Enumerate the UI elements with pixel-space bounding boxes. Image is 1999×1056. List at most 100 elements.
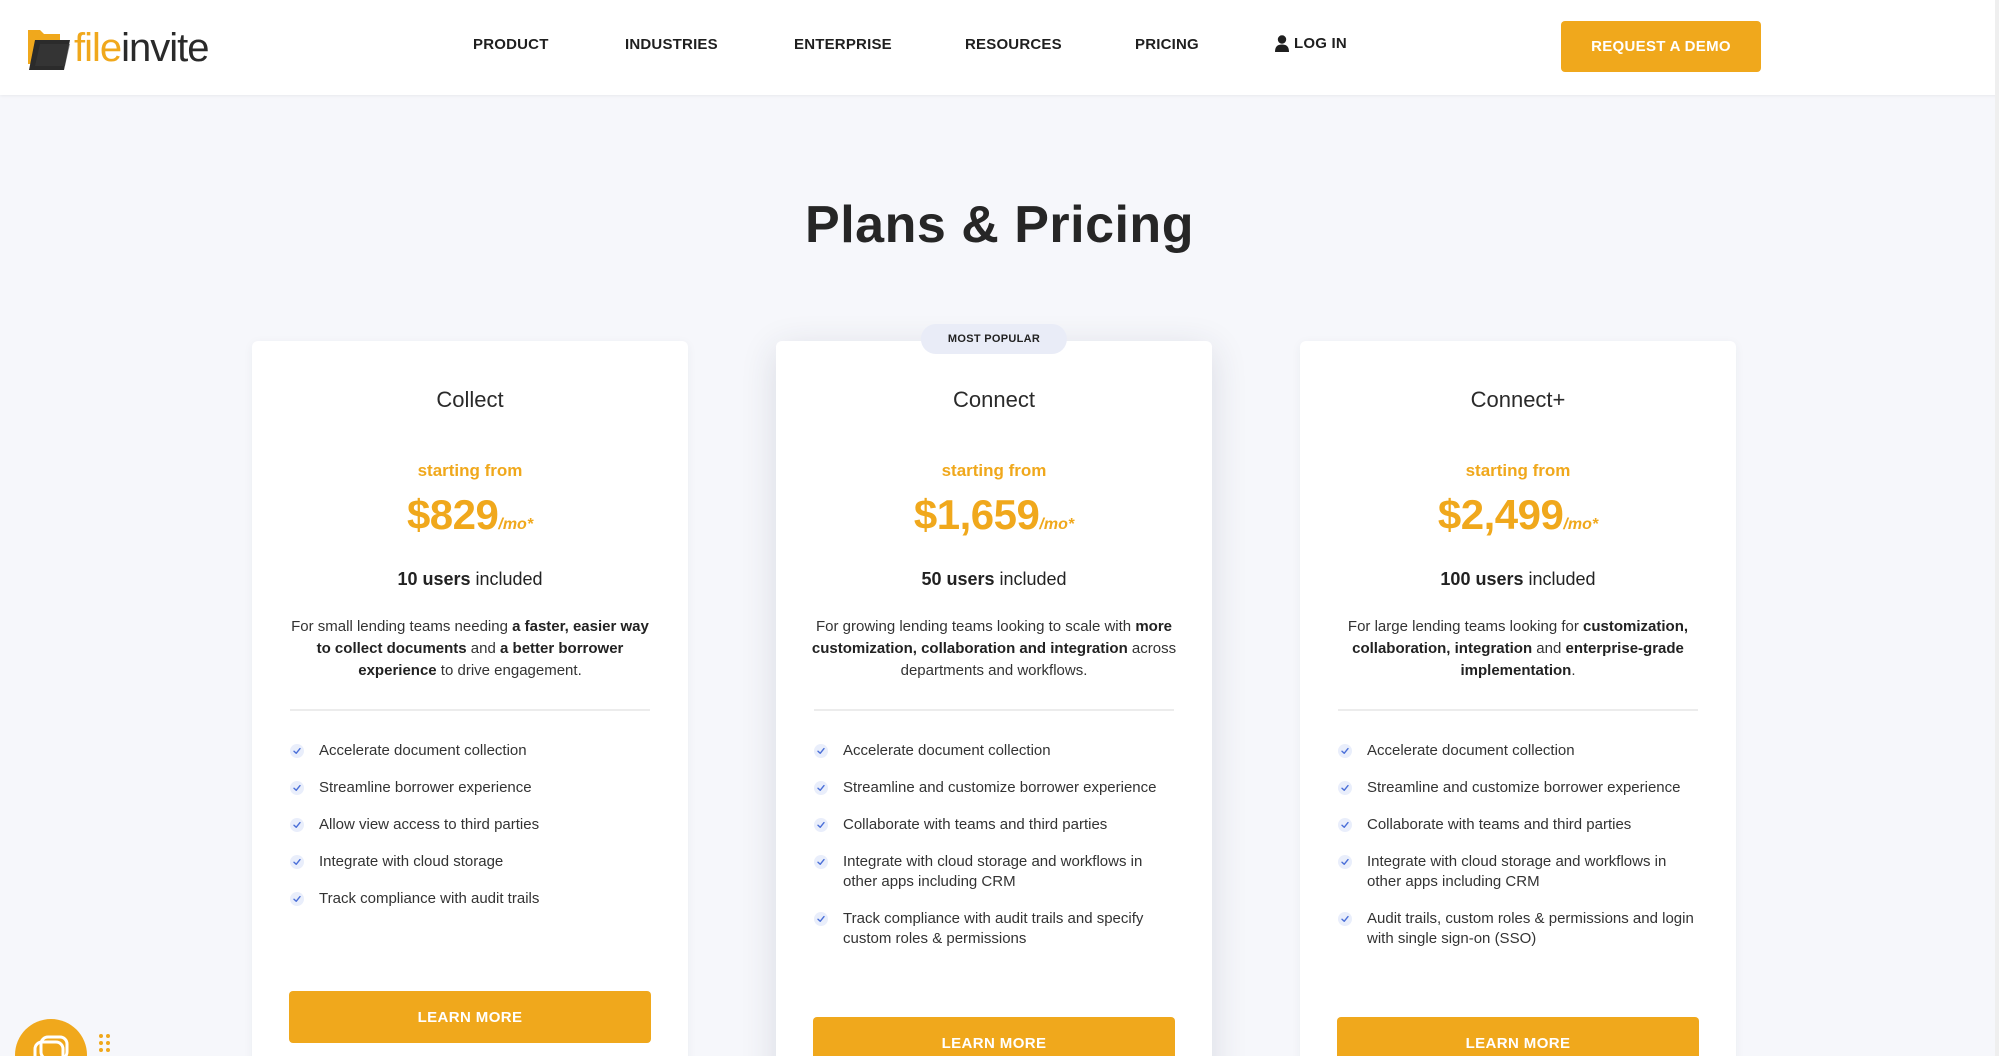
check-icon (1338, 781, 1352, 795)
description-text: and (1532, 640, 1566, 657)
feature-label: Track compliance with audit trails (319, 890, 540, 907)
price-period: /mo* (498, 516, 534, 533)
check-icon (814, 781, 828, 795)
feature-item: Integrate with cloud storage and workflo… (814, 852, 1174, 892)
feature-item: Accelerate document collection (814, 741, 1174, 761)
plan-name: Connect+ (1470, 387, 1566, 412)
site-header: fileinvite PRODUCT INDUSTRIES ENTERPRISE… (0, 0, 1999, 95)
check-icon (814, 855, 828, 869)
users-count: 50 users (921, 569, 995, 589)
feature-label: Integrate with cloud storage and workflo… (1367, 853, 1667, 890)
divider (814, 709, 1174, 711)
plan-card-connect: MOST POPULAR Connect starting from $1,65… (776, 324, 1212, 1056)
check-icon (1338, 818, 1352, 832)
scrollbar[interactable] (1995, 0, 1999, 1056)
feature-label: Streamline and customize borrower experi… (843, 779, 1157, 796)
feature-item: Streamline and customize borrower experi… (814, 778, 1174, 798)
nav-product[interactable]: PRODUCT (473, 36, 549, 53)
page-title: Plans & Pricing (805, 196, 1194, 254)
feature-label: Accelerate document collection (319, 742, 527, 759)
feature-list: Accelerate document collection Streamline… (1338, 741, 1698, 966)
starting-from-label: starting from (1465, 461, 1571, 480)
users-count: 100 users (1440, 569, 1524, 589)
check-icon (290, 744, 304, 758)
price: $1,659/mo* (776, 491, 1212, 539)
divider (1338, 709, 1698, 711)
plan-card-collect: Collect starting from $829/mo* 10 users … (252, 341, 688, 1056)
feature-item: Track compliance with audit trails and s… (814, 909, 1174, 949)
check-icon (1338, 744, 1352, 758)
nav-pricing[interactable]: PRICING (1135, 36, 1199, 53)
feature-item: Accelerate document collection (290, 741, 650, 761)
plan-card-connect-plus: Connect+ starting from $2,499/mo* 100 us… (1300, 341, 1736, 1056)
feature-label: Integrate with cloud storage (319, 853, 504, 870)
feature-label: Integrate with cloud storage and workflo… (843, 853, 1143, 890)
price-period: /mo* (1039, 516, 1075, 533)
check-icon (814, 744, 828, 758)
feature-item: Streamline and customize borrower experi… (1338, 778, 1698, 798)
plan-name: Connect (953, 387, 1035, 412)
feature-item: Accelerate document collection (1338, 741, 1698, 761)
feature-list: Accelerate document collection Streamline… (814, 741, 1174, 966)
users-included: 100 users included (1300, 569, 1736, 590)
feature-list: Accelerate document collection Streamline… (290, 741, 650, 926)
description-text: For growing lending teams looking to sca… (815, 618, 1136, 635)
price: $2,499/mo* (1300, 491, 1736, 539)
logo-file-text: file (74, 26, 122, 70)
divider (290, 709, 650, 711)
starting-from-label: starting from (417, 461, 523, 480)
logo-wordmark: fileinvite (74, 26, 210, 70)
check-icon (290, 855, 304, 869)
chat-launcher-button[interactable] (15, 1019, 87, 1056)
price-period: /mo* (1563, 516, 1599, 533)
feature-label: Accelerate document collection (843, 742, 1051, 759)
users-suffix: included (1523, 569, 1596, 589)
feature-item: Allow view access to third parties (290, 815, 650, 835)
nav-industries[interactable]: INDUSTRIES (625, 36, 718, 53)
learn-more-button[interactable]: LEARN MORE (1337, 1017, 1699, 1056)
feature-item: Track compliance with audit trails (290, 889, 650, 909)
request-demo-button[interactable]: REQUEST A DEMO (1561, 21, 1761, 72)
nav-login[interactable]: LOG IN (1275, 35, 1347, 52)
feature-item: Collaborate with teams and third parties (814, 815, 1174, 835)
check-icon (290, 892, 304, 906)
feature-item: Audit trails, custom roles & permissions… (1338, 909, 1698, 949)
most-popular-badge: MOST POPULAR (920, 324, 1068, 354)
check-icon (290, 818, 304, 832)
feature-label: Audit trails, custom roles & permissions… (1367, 910, 1694, 947)
feature-item: Streamline borrower experience (290, 778, 650, 798)
login-label: LOG IN (1294, 35, 1347, 52)
feature-label: Streamline and customize borrower experi… (1367, 779, 1681, 796)
logo[interactable]: fileinvite (26, 24, 210, 72)
starting-from-label: starting from (941, 461, 1047, 480)
users-count: 10 users (397, 569, 471, 589)
plan-description: For small lending teams needing a faster… (284, 616, 656, 682)
check-icon (1338, 912, 1352, 926)
chat-icon (33, 1035, 69, 1056)
check-icon (814, 912, 828, 926)
learn-more-button[interactable]: LEARN MORE (289, 991, 651, 1043)
logo-folder-icon (26, 26, 72, 70)
grip-dots-icon[interactable] (99, 1034, 113, 1056)
feature-label: Collaborate with teams and third parties (843, 816, 1108, 833)
feature-item: Integrate with cloud storage (290, 852, 650, 872)
users-included: 50 users included (776, 569, 1212, 590)
users-included: 10 users included (252, 569, 688, 590)
price: $829/mo* (252, 491, 688, 539)
description-text: For small lending teams needing (291, 618, 513, 635)
feature-label: Allow view access to third parties (319, 816, 540, 833)
feature-label: Accelerate document collection (1367, 742, 1575, 759)
description-text: For large lending teams looking for (1347, 618, 1584, 635)
check-icon (814, 818, 828, 832)
logo-invite-text: invite (121, 26, 209, 70)
price-amount: $829 (406, 491, 499, 538)
description-text: . (1571, 662, 1576, 679)
learn-more-button[interactable]: LEARN MORE (813, 1017, 1175, 1056)
check-icon (1338, 855, 1352, 869)
nav-enterprise[interactable]: ENTERPRISE (794, 36, 892, 53)
nav-resources[interactable]: RESOURCES (965, 36, 1062, 53)
check-icon (290, 781, 304, 795)
users-suffix: included (470, 569, 543, 589)
plan-description: For growing lending teams looking to sca… (808, 616, 1180, 682)
plan-name: Collect (436, 387, 504, 412)
